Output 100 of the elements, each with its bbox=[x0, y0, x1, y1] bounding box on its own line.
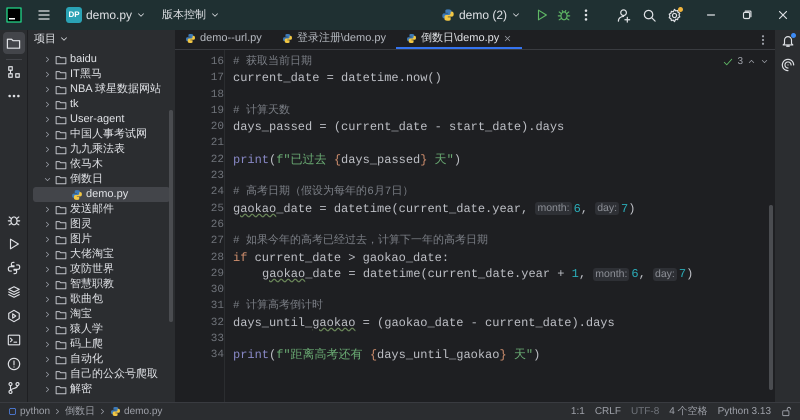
project-selector[interactable]: DP demo.py bbox=[64, 6, 148, 24]
tree-item[interactable]: 图片 bbox=[33, 232, 170, 247]
code-token: gaokao bbox=[233, 200, 276, 217]
scrollbar[interactable] bbox=[769, 205, 773, 390]
code-token: days_passed bbox=[341, 152, 420, 168]
tree-item[interactable]: 图灵 bbox=[33, 217, 170, 232]
code-token: days_passed = (current_date - start_date).days bbox=[233, 119, 564, 136]
code-token: print bbox=[233, 152, 270, 168]
code-token: ) bbox=[533, 347, 540, 364]
tree-item[interactable]: 淘宝 bbox=[33, 307, 170, 322]
tree-item[interactable]: 倒数日 bbox=[33, 172, 170, 187]
tree-item[interactable]: 攻防世界 bbox=[33, 262, 170, 277]
parameter-hint: month: bbox=[593, 268, 630, 280]
add-user-icon[interactable] bbox=[617, 8, 632, 22]
python-console-icon[interactable] bbox=[6, 261, 20, 275]
tree-item[interactable]: demo.py bbox=[33, 187, 170, 202]
editor-tab[interactable]: demo--url.py bbox=[175, 30, 272, 49]
code-comment: # 计算高考倒计时 bbox=[233, 298, 324, 314]
settings-icon[interactable] bbox=[667, 8, 682, 22]
tree-item[interactable]: tk bbox=[33, 97, 170, 112]
code-token: 6 bbox=[574, 200, 581, 217]
restore-icon[interactable] bbox=[740, 8, 754, 22]
line-number: 22 bbox=[210, 152, 224, 168]
code-token: ) bbox=[628, 200, 636, 217]
folder-icon bbox=[55, 218, 67, 230]
breadcrumb[interactable]: demo.py bbox=[110, 404, 162, 419]
python-file-icon bbox=[110, 406, 122, 417]
chevron-up-icon[interactable] bbox=[747, 57, 756, 66]
run-icon[interactable] bbox=[535, 8, 549, 22]
tree-item[interactable]: 大佬淘宝 bbox=[33, 247, 170, 262]
spiral-icon[interactable] bbox=[780, 58, 794, 72]
tree-item[interactable]: NBA 球星数据网站 bbox=[33, 82, 170, 97]
structure-icon[interactable] bbox=[6, 65, 20, 79]
line-number: 25 bbox=[210, 202, 224, 217]
problems-icon[interactable] bbox=[6, 357, 20, 371]
tree-item[interactable]: User-agent bbox=[33, 112, 170, 127]
folder-icon bbox=[55, 278, 67, 290]
folder-icon bbox=[55, 368, 67, 380]
warning-count: 3 bbox=[737, 55, 743, 69]
folder-icon bbox=[55, 114, 67, 126]
lock-icon[interactable] bbox=[781, 406, 792, 417]
search-icon[interactable] bbox=[642, 8, 657, 22]
app-logo-icon[interactable] bbox=[6, 7, 22, 23]
code-token: current_date > gaokao_date: bbox=[254, 250, 450, 266]
folder-icon bbox=[55, 248, 67, 260]
run-config-selector[interactable]: demo (2) bbox=[440, 6, 521, 24]
line-number: 33 bbox=[210, 332, 224, 348]
tree-item[interactable]: 依马木 bbox=[33, 157, 170, 172]
tree-item[interactable]: 自动化 bbox=[33, 352, 170, 367]
breadcrumb[interactable]: python bbox=[8, 404, 50, 419]
terminal-icon[interactable] bbox=[6, 333, 20, 347]
tree-item[interactable]: 中国人事考试网 bbox=[33, 127, 170, 142]
layers-icon[interactable] bbox=[6, 285, 20, 299]
caret-position[interactable]: 1:1 bbox=[570, 404, 585, 419]
python-file-icon bbox=[282, 33, 293, 44]
parameter-hint: day: bbox=[595, 202, 620, 216]
close-icon[interactable] bbox=[776, 8, 790, 22]
line-separator[interactable]: CRLF bbox=[594, 404, 621, 419]
folder-icon bbox=[55, 68, 67, 80]
tree-item[interactable]: 九九乘法表 bbox=[33, 142, 170, 157]
tree-item[interactable]: 猿人学 bbox=[33, 322, 170, 337]
editor-tab[interactable]: 倒数日\demo.py bbox=[396, 30, 522, 49]
editor-tab[interactable]: 登录注册\demo.py bbox=[272, 30, 396, 49]
folder-icon bbox=[55, 84, 67, 96]
folder-icon bbox=[55, 54, 67, 66]
vcs-menu[interactable]: 版本控制 bbox=[162, 6, 220, 24]
code-token: ( bbox=[269, 152, 276, 168]
debug-icon[interactable] bbox=[557, 8, 571, 22]
code-token: 6 bbox=[631, 266, 639, 282]
code-token: days_until_ bbox=[233, 314, 312, 332]
code-token: ) bbox=[454, 152, 462, 168]
chevron-down-icon[interactable] bbox=[760, 57, 769, 66]
folder-icon bbox=[55, 294, 67, 306]
scrollbar[interactable] bbox=[169, 110, 173, 322]
tree-item[interactable]: 发送邮件 bbox=[33, 202, 170, 217]
tree-item[interactable]: 智慧职教 bbox=[33, 277, 170, 292]
close-icon[interactable] bbox=[503, 34, 512, 43]
code-token: { bbox=[370, 347, 378, 364]
line-number: 30 bbox=[210, 283, 224, 298]
tree-item[interactable]: IT黑马 bbox=[33, 67, 170, 82]
indent-setting[interactable]: 4 个空格 bbox=[669, 404, 708, 419]
project-view-selector[interactable]: 项目 bbox=[34, 30, 69, 48]
folder-icon bbox=[55, 174, 67, 186]
folder-icon bbox=[55, 384, 67, 396]
project-tool-button[interactable] bbox=[2, 32, 24, 54]
folder-icon bbox=[55, 204, 67, 216]
code-token: _date = datetime(current_date.year + bbox=[305, 266, 566, 282]
tree-item[interactable]: baidu bbox=[33, 52, 170, 67]
breadcrumb[interactable]: 倒数日 bbox=[65, 404, 96, 419]
tree-item[interactable]: 歌曲包 bbox=[33, 292, 170, 307]
git-branch-icon[interactable] bbox=[6, 381, 20, 395]
interpreter-selector[interactable]: Python 3.13 bbox=[718, 404, 771, 419]
code-token: gaokao bbox=[262, 266, 306, 282]
folder-icon bbox=[55, 98, 67, 110]
code-token: , bbox=[638, 266, 647, 282]
tree-item[interactable]: 解密 bbox=[33, 382, 170, 397]
services-icon[interactable] bbox=[6, 309, 20, 323]
tree-item[interactable]: 码上爬 bbox=[33, 337, 170, 352]
bell-icon[interactable] bbox=[780, 34, 794, 48]
tree-item[interactable]: 自己的公众号爬取 bbox=[33, 367, 170, 382]
